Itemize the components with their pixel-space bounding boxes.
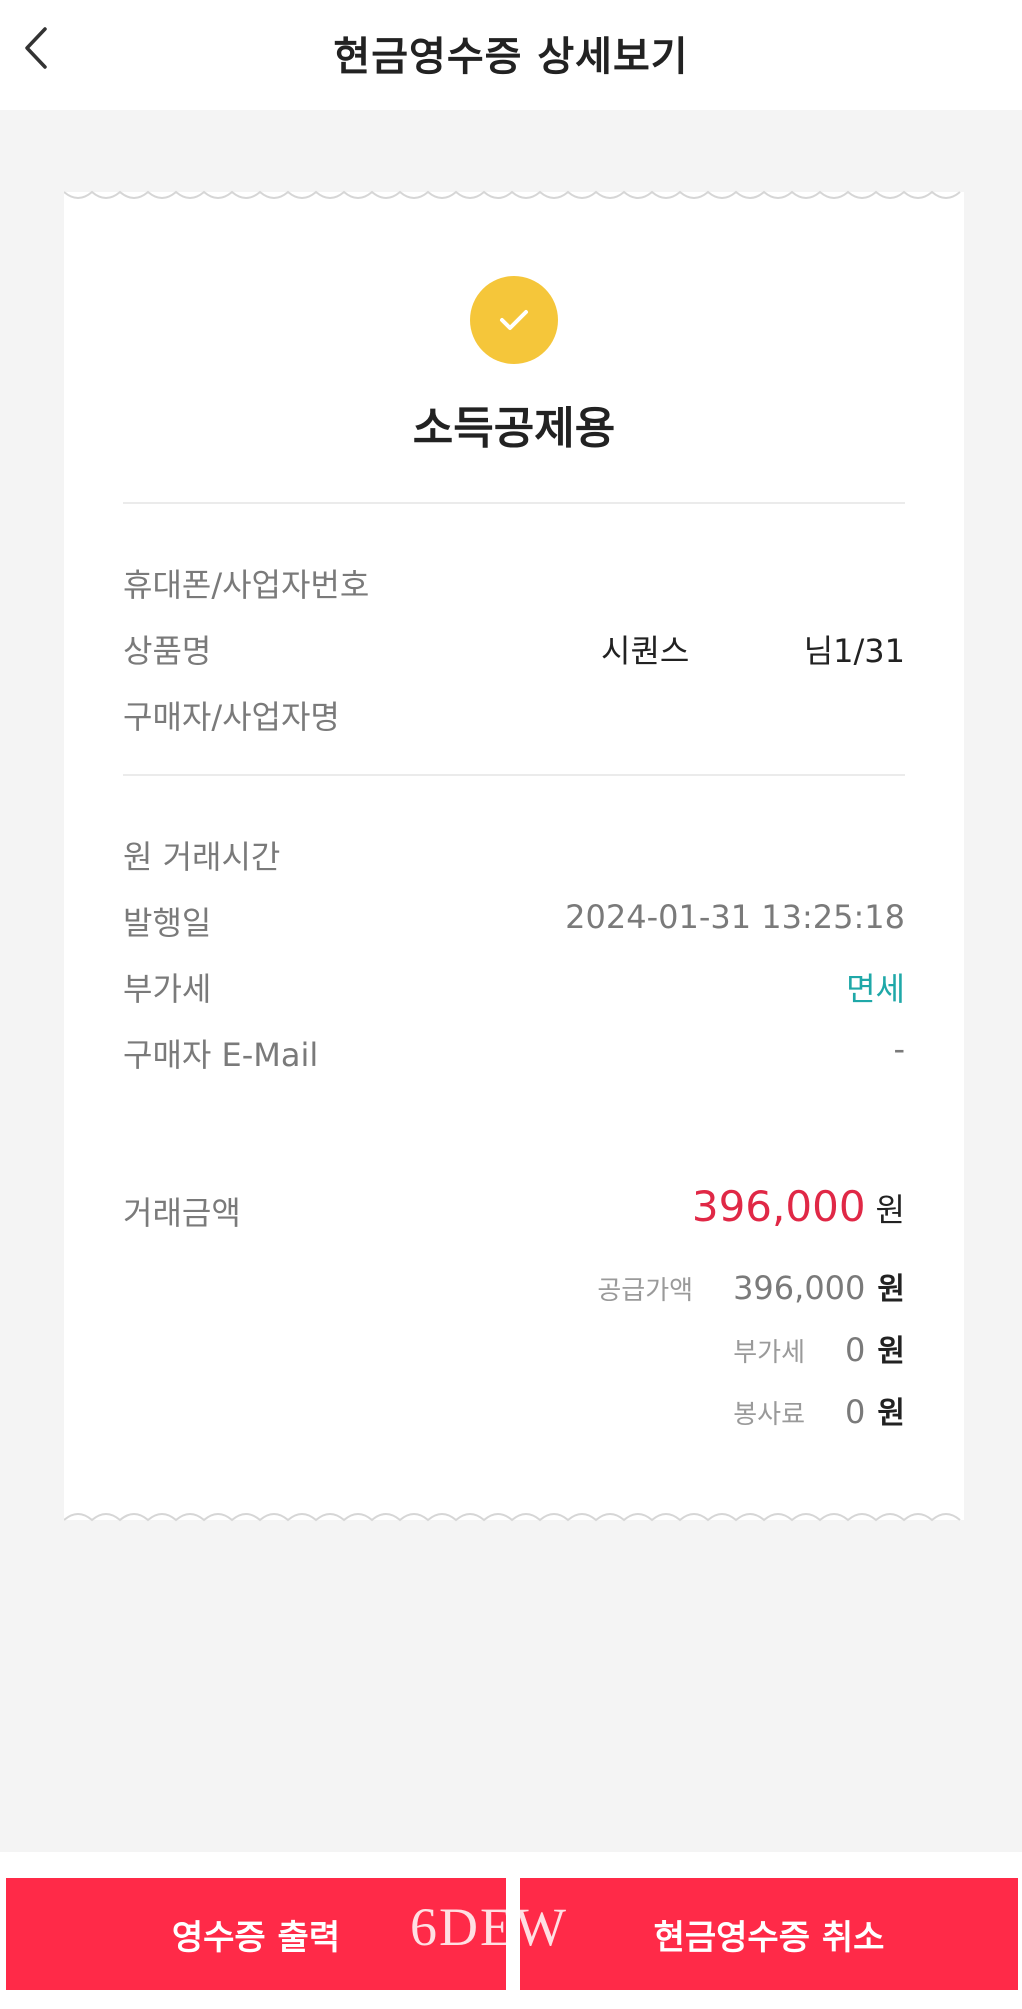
print-receipt-button[interactable]: 영수증 출력: [6, 1878, 506, 1990]
buyer-row: 구매자/사업자명: [123, 692, 905, 742]
email-value: -: [893, 1030, 905, 1068]
receipt-top-edge: [64, 190, 961, 199]
page-title: 현금영수증 상세보기: [333, 34, 689, 80]
original-time-row: 원 거래시간: [123, 832, 905, 882]
bottom-action-bar: 영수증 출력 현금영수증 취소: [0, 1852, 1022, 2009]
supply-label: 공급가액: [597, 1276, 694, 1306]
vat-label: 부가세: [123, 970, 212, 1008]
service-fee-row: 봉사료 0 원: [733, 1388, 905, 1432]
supply-unit: 원: [877, 1272, 905, 1307]
amount-unit: 원: [875, 1191, 905, 1229]
service-label: 봉사료: [733, 1400, 806, 1430]
service-value: 0: [845, 1393, 866, 1431]
divider: [123, 502, 905, 504]
email-row: 구매자 E-Mail -: [123, 1030, 905, 1080]
original-time-label: 원 거래시간: [123, 838, 281, 876]
check-icon: [500, 310, 528, 330]
receipt-card: 소득공제용 휴대폰/사업자번호 상품명 시퀀스 님1/31 구매자/사업자명 원…: [64, 190, 964, 1522]
email-label: 구매자 E-Mail: [123, 1036, 319, 1074]
service-unit: 원: [877, 1396, 905, 1431]
receipt-bottom-edge: [64, 1513, 961, 1522]
receipt-type-title: 소득공제용: [412, 403, 616, 454]
amount-label: 거래금액: [123, 1194, 241, 1232]
success-badge: [470, 276, 558, 364]
product-label: 상품명: [123, 632, 212, 670]
issue-date-label: 발행일: [123, 904, 212, 942]
amount-total: 396,000 원: [692, 1182, 905, 1231]
vat-row: 부가세 면세: [123, 964, 905, 1014]
divider: [123, 774, 905, 776]
vat-value: 면세: [846, 970, 905, 1008]
issue-date-row: 발행일 2024-01-31 13:25:18: [123, 898, 905, 948]
phone-business-row: 휴대폰/사업자번호: [123, 560, 905, 610]
cancel-receipt-button[interactable]: 현금영수증 취소: [520, 1878, 1018, 1990]
sub-vat-unit: 원: [877, 1334, 905, 1369]
buyer-label: 구매자/사업자명: [123, 698, 340, 736]
amount-value: 396,000: [691, 1182, 866, 1231]
vat-amount-row: 부가세 0 원: [733, 1326, 905, 1370]
issue-date-value: 2024-01-31 13:25:18: [565, 898, 905, 936]
amount-row: 거래금액 396,000 원: [123, 1182, 905, 1242]
product-suffix: 님1/31: [803, 632, 905, 670]
supply-value: 396,000: [733, 1269, 866, 1307]
sub-vat-value: 0: [845, 1331, 866, 1369]
phone-business-label: 휴대폰/사업자번호: [123, 566, 370, 604]
sub-vat-label: 부가세: [733, 1338, 806, 1368]
top-header: 현금영수증 상세보기: [0, 0, 1022, 110]
product-row: 상품명 시퀀스 님1/31: [123, 626, 905, 676]
supply-amount-row: 공급가액 396,000 원: [597, 1264, 905, 1308]
product-name: 시퀀스: [601, 632, 690, 670]
